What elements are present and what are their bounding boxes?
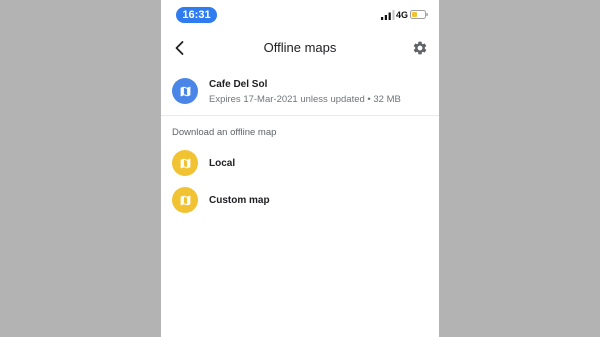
section-divider <box>161 115 439 116</box>
download-custom-map-label: Custom map <box>209 195 270 206</box>
settings-button[interactable] <box>408 36 432 60</box>
download-local-item[interactable]: Local <box>161 148 439 178</box>
battery-icon <box>410 10 428 19</box>
page-title: Offline maps <box>263 40 337 55</box>
back-chevron-icon <box>175 41 184 55</box>
map-icon <box>180 86 190 96</box>
custom-map-badge <box>172 187 198 213</box>
saved-map-name: Cafe Del Sol <box>209 79 268 90</box>
saved-map-details: Expires 17-Mar-2021 unless updated • 32 … <box>209 94 401 105</box>
status-time[interactable]: 16:31 <box>176 7 217 23</box>
back-button[interactable] <box>167 35 193 61</box>
signal-icon <box>381 10 395 20</box>
phone-screen: 16:31 4G Offline maps Cafe Del Sol Expir… <box>161 0 439 337</box>
saved-map-badge <box>172 78 198 104</box>
map-icon <box>180 195 190 205</box>
download-custom-map-item[interactable]: Custom map <box>161 185 439 215</box>
map-icon <box>180 158 190 168</box>
status-bar: 16:31 4G <box>161 0 439 30</box>
app-header: Offline maps <box>161 30 439 66</box>
download-local-label: Local <box>209 158 236 169</box>
saved-map-item[interactable]: Cafe Del Sol Expires 17-Mar-2021 unless … <box>161 72 439 112</box>
gear-icon <box>413 41 427 55</box>
download-section-heading: Download an offline map <box>172 127 277 138</box>
network-type: 4G <box>396 10 409 20</box>
local-map-badge <box>172 150 198 176</box>
